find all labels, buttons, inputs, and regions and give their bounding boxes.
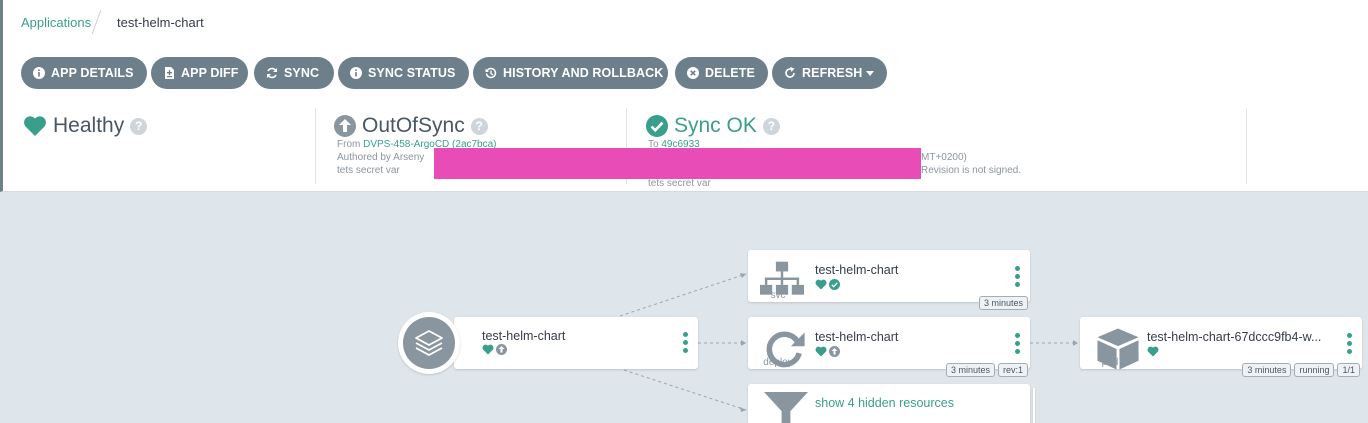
pod-node-menu-button[interactable] (1347, 333, 1352, 355)
deploy-kind-label: deploy (763, 357, 793, 368)
app-node-icon-circle[interactable] (398, 312, 460, 374)
svc-node-menu-button[interactable] (1015, 266, 1020, 288)
pod-state-tag: running (1294, 363, 1335, 377)
heart-icon (815, 279, 827, 290)
svc-kind-label: svc (770, 290, 786, 301)
hidden-resources-node[interactable]: show 4 hidden resources (748, 384, 1030, 423)
pod-kind-label: pod (1101, 357, 1119, 368)
ready-tag: 1/1 (1337, 363, 1360, 377)
deploy-node-status (815, 346, 840, 357)
pod-node-status (1147, 346, 1159, 357)
layers-icon (403, 317, 455, 369)
app-node[interactable]: test-helm-chart (454, 317, 698, 369)
check-circle-icon (829, 279, 840, 290)
svc-node-name: test-helm-chart (815, 263, 899, 277)
pod-node[interactable]: pod test-helm-chart-67dccc9fb4-w... 3 mi… (1080, 317, 1362, 377)
svc-node[interactable]: svc test-helm-chart 3 minutes (748, 250, 1030, 310)
heart-icon (482, 344, 494, 355)
pod-node-tags: 3 minutes running 1/1 (1242, 363, 1360, 377)
heart-icon (1147, 346, 1159, 357)
app-node-status (482, 344, 507, 355)
hidden-stack-edge (1033, 388, 1035, 423)
deploy-node-name: test-helm-chart (815, 330, 899, 344)
deploy-node-menu-button[interactable] (1015, 333, 1020, 355)
app-node-name: test-helm-chart (482, 329, 566, 343)
deploy-node[interactable]: deploy test-helm-chart 3 minutes rev:1 (748, 317, 1030, 377)
age-tag: 3 minutes (945, 363, 995, 377)
svc-node-status (815, 279, 840, 290)
deploy-node-tags: 3 minutes rev:1 (945, 363, 1028, 377)
show-hidden-resources-link[interactable]: show 4 hidden resources (815, 396, 954, 410)
app-node-menu-button[interactable] (683, 332, 688, 354)
revision-tag: rev:1 (997, 363, 1028, 377)
arrow-circle-up-icon (829, 346, 840, 357)
svc-node-tags: 3 minutes (978, 296, 1028, 310)
filter-icon (764, 392, 808, 423)
age-tag: 3 minutes (978, 296, 1028, 310)
heart-icon (815, 346, 827, 357)
pod-node-name: test-helm-chart-67dccc9fb4-w... (1147, 330, 1322, 344)
arrow-circle-up-icon (496, 344, 507, 355)
edge-app-svc (619, 273, 747, 317)
age-tag: 3 minutes (1242, 363, 1292, 377)
edge-app-hidden (623, 369, 747, 411)
